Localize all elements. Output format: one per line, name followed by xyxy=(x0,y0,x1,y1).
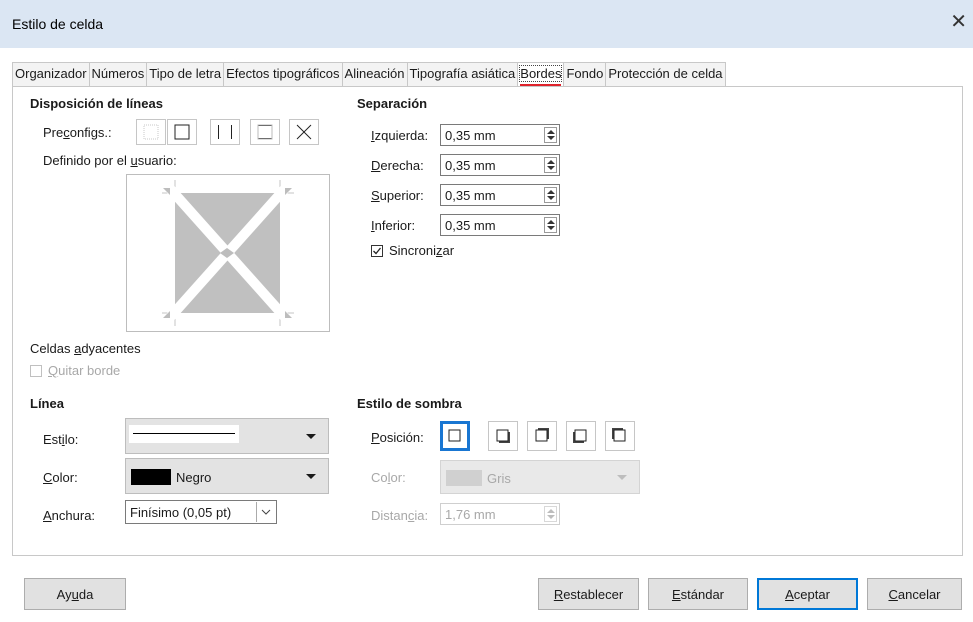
shadow-none-button[interactable] xyxy=(440,421,470,451)
tab-alineacion[interactable]: Alineación xyxy=(341,62,408,86)
preset-outer-icon xyxy=(174,124,190,140)
preset-diagonal-icon xyxy=(296,124,312,140)
padding-top-spinbox[interactable]: 0,35 mm xyxy=(440,184,560,206)
tab-organizador[interactable]: Organizador xyxy=(12,62,90,86)
color-swatch xyxy=(446,470,482,486)
shadow-distance-value: 1,76 mm xyxy=(445,507,496,522)
line-width-label: Anchura: xyxy=(43,508,96,523)
padding-left-label: Izquierda: xyxy=(371,128,429,143)
shadow-color-value: Gris xyxy=(487,471,511,486)
tab-efectos-tipograficos[interactable]: Efectos tipográficos xyxy=(223,62,343,86)
shadow-distance-spinbox[interactable]: 1,76 mm xyxy=(440,503,560,525)
preset-top-bottom-button[interactable] xyxy=(250,119,280,145)
padding-left-stepper[interactable] xyxy=(544,127,557,143)
close-icon[interactable]: ✕ xyxy=(950,12,967,32)
adjacent-cells-label: Celdas adyacentes xyxy=(30,341,141,356)
padding-right-label: Derecha: xyxy=(371,158,424,173)
shadow-top-left-icon xyxy=(612,428,626,442)
checkmark-icon xyxy=(373,247,382,255)
shadow-heading: Estilo de sombra xyxy=(357,396,462,411)
preset-diagonal-button[interactable] xyxy=(289,119,319,145)
cancel-button[interactable]: Cancelar xyxy=(867,578,962,610)
padding-bottom-spinbox[interactable]: 0,35 mm xyxy=(440,214,560,236)
line-width-combobox[interactable]: Finísimo (0,05 pt) xyxy=(125,500,277,524)
user-defined-label: Definido por el usuario: xyxy=(43,153,177,168)
tab-fondo[interactable]: Fondo xyxy=(563,62,607,86)
tab-proteccion-de-celda[interactable]: Protección de celda xyxy=(605,62,726,86)
tab-bordes[interactable]: Bordes xyxy=(517,62,565,87)
preset-outer-button[interactable] xyxy=(167,119,197,145)
remove-border-checkbox[interactable] xyxy=(30,365,42,377)
tab-bordes-label: Bordes xyxy=(519,65,563,82)
shadow-distance-label: Distancia: xyxy=(371,508,429,523)
line-style-preview xyxy=(129,425,239,443)
line-style-sample xyxy=(133,433,235,434)
line-arrangement-heading: Disposición de líneas xyxy=(30,96,163,111)
padding-heading: Separación xyxy=(357,96,428,111)
help-button[interactable]: Ay u da xyxy=(24,578,126,610)
padding-bottom-label: Inferior: xyxy=(371,218,416,233)
synchronize-checkbox[interactable] xyxy=(371,245,383,257)
padding-right-spinbox[interactable]: 0,35 mm xyxy=(440,154,560,176)
preset-none-button[interactable] xyxy=(136,119,166,145)
shadow-color-dropdown[interactable]: Gris xyxy=(440,460,640,494)
padding-left-spinbox[interactable]: 0,35 mm xyxy=(440,124,560,146)
line-width-value: Finísimo (0,05 pt) xyxy=(130,505,232,520)
padding-right-stepper[interactable] xyxy=(544,157,557,173)
border-preview-diagram xyxy=(161,179,294,327)
presets-label: Preconfigs.: xyxy=(43,125,112,140)
padding-top-label: Superior: xyxy=(371,188,424,203)
remove-border-label: Quitar borde xyxy=(48,363,121,378)
chevron-down-icon xyxy=(306,474,316,479)
line-heading: Línea xyxy=(30,396,64,411)
line-style-dropdown[interactable] xyxy=(125,418,329,454)
shadow-bottom-left-icon xyxy=(573,429,587,443)
line-color-value: Negro xyxy=(176,470,212,485)
chevron-down-icon xyxy=(306,434,316,439)
preset-left-right-button[interactable] xyxy=(210,119,240,145)
shadow-none-icon xyxy=(448,429,461,442)
shadow-position-label: Posición: xyxy=(371,430,424,445)
tab-bar: Organizador Números Tipo de letra Efecto… xyxy=(12,62,726,87)
shadow-top-left-button[interactable] xyxy=(605,421,635,451)
border-preview[interactable] xyxy=(126,174,330,332)
line-color-label: Color: xyxy=(43,470,78,485)
line-style-label: Estilo: xyxy=(43,432,79,447)
shadow-bottom-right-icon xyxy=(496,429,510,443)
padding-bottom-value: 0,35 mm xyxy=(445,218,496,233)
preset-none-icon xyxy=(143,124,159,140)
padding-right-value: 0,35 mm xyxy=(445,158,496,173)
shadow-bottom-right-button[interactable] xyxy=(488,421,518,451)
padding-left-value: 0,35 mm xyxy=(445,128,496,143)
title-bar: Estilo de celda ✕ xyxy=(0,0,973,48)
shadow-top-right-button[interactable] xyxy=(527,421,557,451)
preset-top-bottom-icon xyxy=(257,124,273,140)
shadow-bottom-left-button[interactable] xyxy=(566,421,596,451)
standard-button[interactable]: Estándar xyxy=(648,578,748,610)
preset-left-right-icon xyxy=(218,125,232,139)
ok-button[interactable]: Aceptar xyxy=(757,578,858,610)
padding-top-stepper[interactable] xyxy=(544,187,557,203)
padding-top-value: 0,35 mm xyxy=(445,188,496,203)
line-width-dropdown-button[interactable] xyxy=(256,502,275,522)
tab-tipo-de-letra[interactable]: Tipo de letra xyxy=(146,62,225,86)
chevron-down-icon xyxy=(261,509,271,515)
shadow-color-label: Color: xyxy=(371,470,406,485)
synchronize-label: Sincronizar xyxy=(389,243,455,258)
color-swatch xyxy=(131,469,171,485)
tab-numeros[interactable]: Números xyxy=(88,62,148,86)
shadow-distance-stepper[interactable] xyxy=(544,506,557,522)
line-color-dropdown[interactable]: Negro xyxy=(125,458,329,494)
reset-button[interactable]: Restablecer xyxy=(538,578,639,610)
tab-tipografia-asiatica[interactable]: Tipografía asiática xyxy=(406,62,519,86)
shadow-top-right-icon xyxy=(535,428,549,442)
window-title: Estilo de celda xyxy=(12,16,104,32)
chevron-down-icon xyxy=(617,475,627,480)
padding-bottom-stepper[interactable] xyxy=(544,217,557,233)
